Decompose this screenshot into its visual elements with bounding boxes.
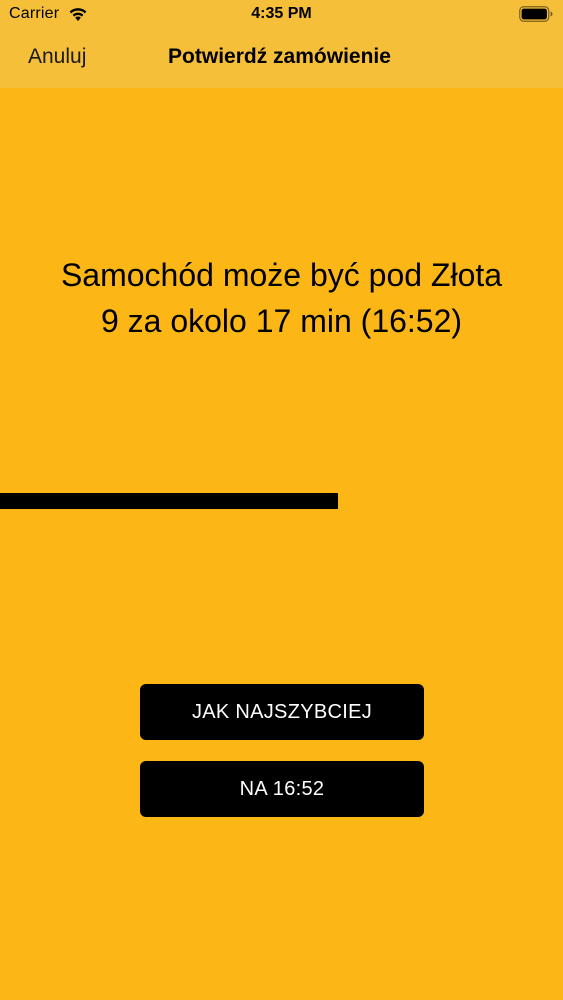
progress-bar: [0, 493, 563, 509]
status-bar: Carrier 4:35 PM: [0, 0, 563, 30]
status-time: 4:35 PM: [251, 5, 312, 22]
asap-button[interactable]: JAK NAJSZYBCIEJ: [140, 684, 424, 740]
scheduled-time-button[interactable]: NA 16:52: [140, 761, 424, 817]
arrival-message: Samochód może być pod Złota 9 za okolo 1…: [20, 252, 543, 344]
battery-icon: [519, 6, 553, 22]
progress-bar-fill: [0, 493, 338, 509]
arrival-message-line-1: Samochód może być pod Złota: [60, 257, 503, 293]
arrival-message-line-2: 9 za okolo 17 min (16:52): [100, 303, 463, 339]
page-title: Potwierdź zamówienie: [0, 45, 563, 69]
page-title-text: Potwierdź zamówienie: [168, 45, 391, 68]
navigation-bar: Anuluj Potwierdź zamówienie: [0, 30, 563, 88]
order-confirmation-screen: Carrier 4:35 PM Anuluj Potwierdź zamówie…: [0, 0, 563, 1000]
